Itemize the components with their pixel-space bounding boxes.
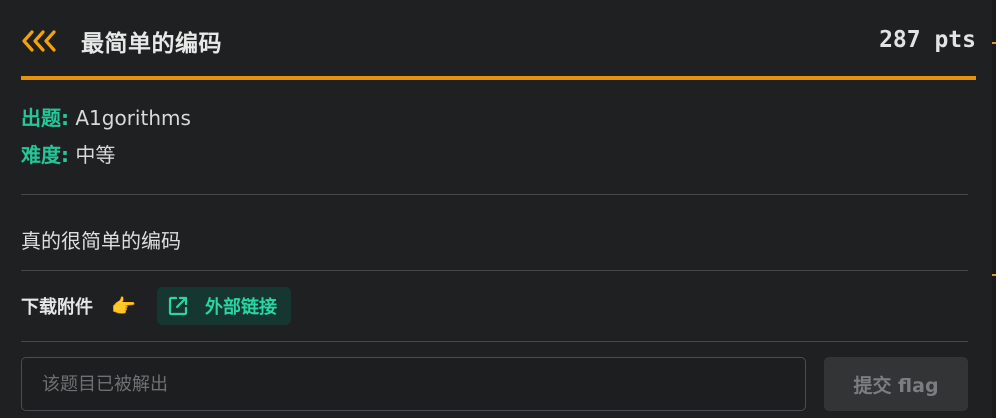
challenge-title: 最简单的编码 bbox=[81, 31, 222, 57]
challenge-description: 真的很简单的编码 bbox=[21, 229, 181, 253]
difficulty-value: 中等 bbox=[75, 143, 116, 167]
flag-input[interactable] bbox=[21, 357, 806, 411]
difficulty-label: 难度: bbox=[21, 143, 69, 167]
challenge-points: 287 pts bbox=[879, 27, 976, 53]
challenge-panel: 最简单的编码 287 pts 出题: A1gorithms 难度: 中等 真的很… bbox=[0, 0, 996, 418]
section-divider bbox=[21, 194, 968, 195]
author-label: 出题: bbox=[21, 106, 69, 130]
edge-marker bbox=[992, 42, 996, 44]
header-divider bbox=[21, 76, 976, 80]
attachments-row: 下载附件 👉 外部链接 bbox=[21, 287, 291, 325]
scrollbar-edge bbox=[992, 0, 996, 418]
difficulty-row: 难度: 中等 bbox=[21, 139, 115, 168]
section-divider bbox=[21, 341, 968, 342]
author-row: 出题: A1gorithms bbox=[21, 102, 191, 131]
triple-chevron-left-icon[interactable] bbox=[21, 29, 59, 53]
external-link-label: 外部链接 bbox=[205, 297, 277, 318]
pointing-hand-icon: 👉 bbox=[111, 294, 136, 318]
attachments-label: 下载附件 bbox=[21, 297, 93, 318]
external-link-icon bbox=[168, 296, 188, 316]
section-divider bbox=[21, 270, 968, 271]
author-value: A1gorithms bbox=[75, 106, 191, 130]
edge-marker bbox=[992, 274, 996, 276]
external-link-button[interactable]: 外部链接 bbox=[157, 287, 291, 325]
challenge-header: 最简单的编码 287 pts bbox=[21, 18, 976, 66]
submit-flag-button[interactable]: 提交 flag bbox=[824, 357, 968, 411]
